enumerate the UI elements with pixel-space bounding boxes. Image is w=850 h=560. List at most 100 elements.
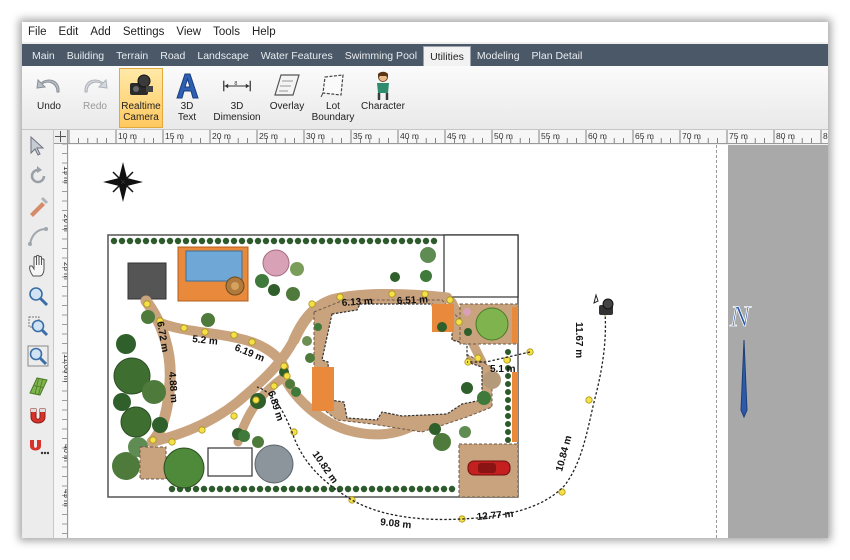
dimension-handle[interactable]: [474, 354, 482, 362]
car-icon: [467, 460, 511, 476]
dimension-handle[interactable]: [446, 296, 454, 304]
hedge-plant: [256, 485, 264, 493]
hedge-plant: [505, 349, 511, 355]
dimension-handle[interactable]: [198, 426, 206, 434]
hedge-plant: [230, 237, 238, 245]
deck-accent: [312, 367, 334, 411]
dimension-handle[interactable]: [168, 438, 176, 446]
shrub: [463, 308, 471, 316]
camera-icon[interactable]: [593, 293, 614, 315]
hedge-plant: [126, 237, 134, 245]
storage-box[interactable]: [207, 447, 253, 477]
shrub: [305, 353, 315, 363]
hedge-plant: [118, 237, 126, 245]
hedge-plant: [366, 237, 374, 245]
dimension-handle[interactable]: [230, 412, 238, 420]
shrub: [429, 423, 441, 435]
hedge-plant: [318, 237, 326, 245]
hedge-plant: [270, 237, 278, 245]
shrub: [268, 284, 280, 296]
dim-label: 4.88 m: [166, 371, 179, 403]
shrub: [461, 382, 473, 394]
hedge-plant: [384, 485, 392, 493]
shrub: [437, 322, 447, 332]
hedge-plant: [262, 237, 270, 245]
hedge-plant: [334, 237, 342, 245]
deck-accent: [512, 307, 518, 343]
dimension-handle[interactable]: [348, 496, 356, 504]
dimension-handle[interactable]: [388, 290, 396, 298]
shrub: [285, 379, 295, 389]
dim-label: 9.08 m: [380, 517, 412, 531]
hedge-plant: [505, 381, 511, 387]
hedge-plant: [432, 485, 440, 493]
shrub: [464, 328, 472, 336]
north-arrow-icon: N: [729, 300, 752, 419]
dimension-handle[interactable]: [230, 331, 238, 339]
lot-inner-white-block: [443, 234, 519, 298]
dim-label: 6.13 m: [341, 296, 373, 309]
hedge-plant: [192, 485, 200, 493]
hedge-plant: [296, 485, 304, 493]
shrub: [252, 436, 264, 448]
compass-rose-icon: [103, 162, 143, 202]
hedge-plant: [302, 237, 310, 245]
hedge-plant: [246, 237, 254, 245]
dimension-handle[interactable]: [180, 324, 188, 332]
large-tree: [254, 444, 294, 484]
hedge-plant: [352, 485, 360, 493]
hedge-plant: [278, 237, 286, 245]
dim-label: 12.77 m: [476, 509, 514, 523]
site-plan-drawing[interactable]: 6.13 m 6.51 m 6.72 m 5.2 m 6.19 m 4.88 m…: [22, 22, 828, 538]
dimension-handle[interactable]: [455, 318, 463, 326]
dimension-handle[interactable]: [308, 300, 316, 308]
hedge-plant: [376, 485, 384, 493]
shrub: [291, 387, 301, 397]
hedge-plant: [430, 237, 438, 245]
hedge-plant: [422, 237, 430, 245]
hedge-plant: [312, 485, 320, 493]
dimension-handle[interactable]: [283, 372, 291, 380]
hedge-plant: [238, 237, 246, 245]
shrub: [459, 426, 471, 438]
hedge-plant: [208, 485, 216, 493]
hedge-plant: [216, 485, 224, 493]
hedge-plant: [110, 237, 118, 245]
dimension-handle[interactable]: [585, 396, 593, 404]
shrub: [477, 391, 491, 405]
hedge-plant: [350, 237, 358, 245]
dimension-handle[interactable]: [252, 396, 260, 404]
hedge-plant: [344, 485, 352, 493]
hedge-plant: [182, 237, 190, 245]
dimension-handle[interactable]: [149, 436, 157, 444]
hedge-plant: [310, 237, 318, 245]
lawn-circle: [475, 307, 509, 341]
hedge-plant: [294, 237, 302, 245]
flowering-tree: [262, 249, 290, 277]
dimension-handle[interactable]: [143, 300, 151, 308]
shrub: [433, 433, 451, 451]
dimension-handle[interactable]: [280, 362, 288, 370]
hedge-row-top: [110, 237, 438, 245]
hedge-plant: [505, 429, 511, 435]
hedge-plant: [254, 237, 262, 245]
hedge-plant: [224, 485, 232, 493]
dimension-handle[interactable]: [248, 338, 256, 346]
shrub: [238, 430, 250, 442]
hedge-plant: [158, 237, 166, 245]
hedge-plant: [406, 237, 414, 245]
hedge-plant: [174, 237, 182, 245]
shed[interactable]: [127, 262, 167, 300]
hedge-plant: [232, 485, 240, 493]
hedge-plant: [320, 485, 328, 493]
hedge-plant: [505, 389, 511, 395]
hedge-plant: [342, 237, 350, 245]
pool[interactable]: [185, 250, 243, 282]
hedge-plant: [134, 237, 142, 245]
shrub: [302, 336, 312, 346]
hedge-plant: [382, 237, 390, 245]
hedge-plant: [190, 237, 198, 245]
shrub: [314, 323, 322, 331]
hedge-plant: [414, 237, 422, 245]
dimension-handle[interactable]: [270, 382, 278, 390]
